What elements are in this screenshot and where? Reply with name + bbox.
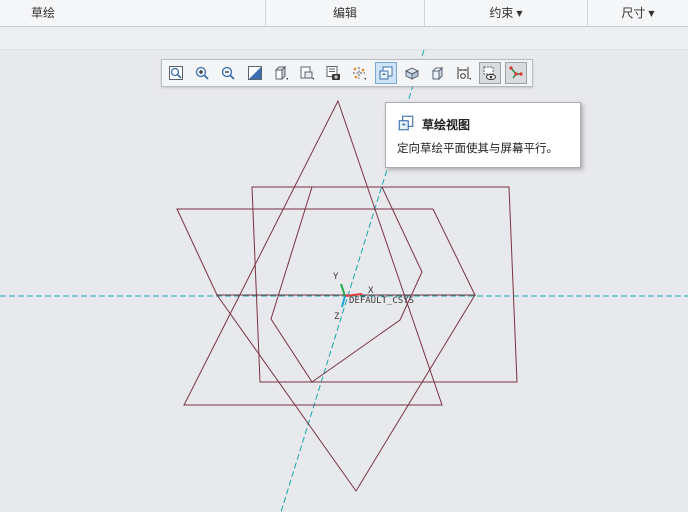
zoom-in-button[interactable] (191, 62, 213, 84)
csys-name-label: DEFAULT_CSYS (349, 296, 415, 306)
tooltip-title: 草绘视图 (422, 118, 471, 132)
sketch-parallelogram-outer[interactable] (176, 208, 476, 296)
saved-orientations-button[interactable] (296, 62, 318, 84)
display-style-button[interactable] (270, 62, 292, 84)
csys-x-label: X (368, 286, 374, 296)
saved-orientations-icon (300, 66, 314, 80)
sketch-parallelogram-wide[interactable] (251, 186, 518, 383)
repaint-button[interactable] (244, 62, 266, 84)
disp-constraints-button[interactable] (479, 62, 502, 84)
refit-button[interactable] (165, 62, 187, 84)
sketch-view-icon (398, 115, 414, 131)
disp-vertices-button[interactable] (505, 62, 528, 84)
sketch-triangle-down[interactable] (216, 294, 476, 492)
disp-constraints-icon (483, 66, 497, 80)
repaint-icon (247, 66, 262, 80)
csys-z-label: Z (334, 312, 340, 322)
view-manager-button[interactable] (322, 62, 344, 84)
tooltip-description: 定向草绘平面使其与屏幕平行。 (397, 141, 558, 155)
dimension-display-button[interactable] (453, 62, 475, 84)
csys-y-label: Y (333, 272, 339, 282)
refit-icon (169, 66, 183, 80)
sketch-view-icon (379, 66, 392, 80)
display-style-icon (274, 65, 288, 81)
graphics-toolbar (161, 59, 533, 87)
datum-display-icon (353, 67, 367, 80)
annotation-display-icon (431, 66, 444, 81)
view-manager-icon (326, 66, 341, 80)
zoom-out-icon (222, 66, 236, 80)
zoom-in-icon (196, 66, 209, 80)
sketch-view-tooltip: 草绘视图 定向草绘平面使其与屏幕平行。 (385, 102, 581, 168)
spin-center-icon (404, 67, 419, 80)
datum-display-button[interactable] (348, 62, 370, 84)
annotation-display-button[interactable] (427, 62, 449, 84)
sketch-hexagon[interactable] (270, 186, 423, 383)
sketch-view-button[interactable] (374, 62, 397, 84)
zoom-out-button[interactable] (217, 62, 239, 84)
disp-vertices-icon (509, 66, 524, 79)
spin-center-button[interactable] (401, 62, 423, 84)
dimension-display-icon (457, 67, 472, 80)
